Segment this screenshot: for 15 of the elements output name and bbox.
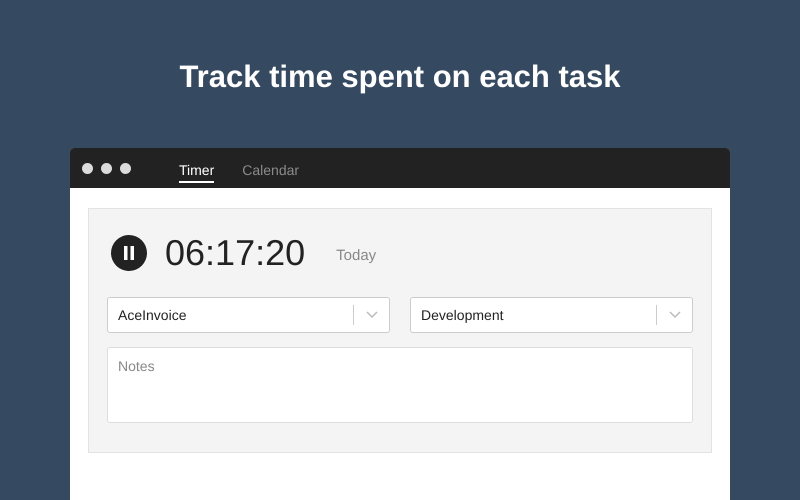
pause-icon xyxy=(123,246,135,260)
day-label: Today xyxy=(336,246,376,264)
window-dot-icon[interactable] xyxy=(82,162,93,174)
elapsed-time: 06:17:20 xyxy=(165,232,306,274)
notes-field[interactable]: Notes xyxy=(107,347,693,423)
tab[interactable]: Timer xyxy=(179,158,214,182)
tab[interactable]: Calendar xyxy=(242,158,300,182)
dropdown-select[interactable]: Development xyxy=(410,297,693,333)
chevron-down-icon xyxy=(366,311,378,319)
headline: Track time spent on each task xyxy=(179,58,621,96)
chevron-down-icon xyxy=(669,311,681,319)
dropdown-select[interactable]: AceInvoice xyxy=(107,297,390,333)
window-dot-icon[interactable] xyxy=(120,162,131,174)
pause-button[interactable] xyxy=(111,235,147,271)
window-dot-icon[interactable] xyxy=(101,162,112,174)
